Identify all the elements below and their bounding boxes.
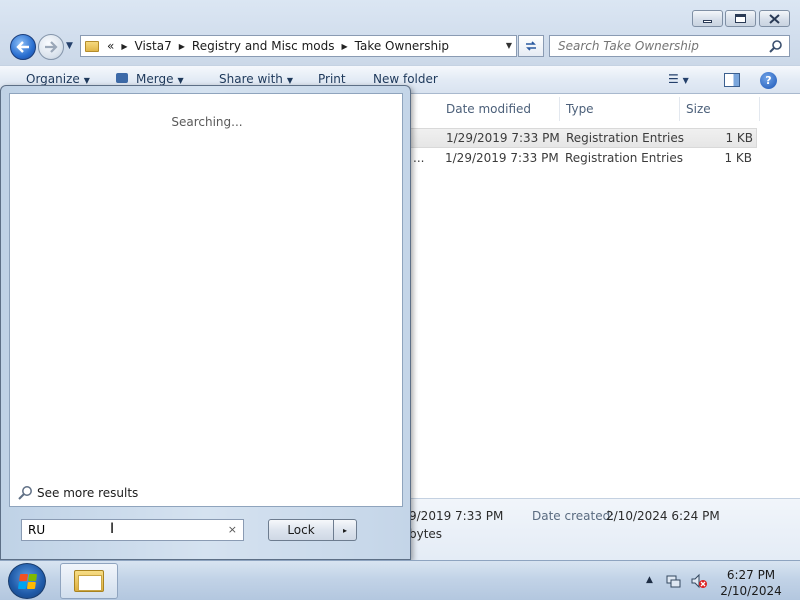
new-folder-button[interactable]: New folder (373, 72, 438, 86)
preview-pane-button[interactable] (724, 73, 740, 87)
clock-time: 6:27 PM (726, 568, 776, 582)
text-cursor-icon: I (110, 521, 115, 537)
forward-arrow-icon (45, 41, 58, 53)
chevron-down-icon: ▼ (682, 76, 689, 85)
searching-status: Searching... (171, 115, 243, 129)
help-button[interactable]: ? (760, 72, 777, 89)
search-icon[interactable] (769, 39, 783, 53)
merge-menu[interactable]: Merge ▼ (116, 72, 184, 86)
power-button-group: Lock ▸ (268, 519, 357, 541)
details-date-modified: 9/2019 7:33 PM (409, 509, 504, 523)
flag-yellow-pane (26, 581, 36, 589)
folder-icon (85, 40, 99, 52)
forward-button[interactable] (38, 34, 64, 60)
column-header-type[interactable]: Type (560, 97, 680, 121)
clock-date: 2/10/2024 (720, 584, 782, 598)
lock-button[interactable]: Lock (268, 519, 334, 541)
file-type: Registration Entries (565, 151, 683, 165)
file-date: 1/29/2019 7:33 PM (446, 131, 560, 145)
search-box[interactable] (549, 35, 790, 57)
print-button[interactable]: Print (318, 72, 346, 86)
organize-label: Organize (26, 72, 80, 86)
close-button[interactable] (759, 10, 790, 27)
breadcrumb-vista7[interactable]: Vista7 (135, 39, 172, 53)
share-with-label: Share with (219, 72, 283, 86)
file-size: 1 KB (724, 151, 752, 165)
clear-search-icon[interactable]: × (228, 523, 237, 536)
flag-green-pane (27, 573, 37, 581)
file-type: Registration Entries (566, 131, 684, 145)
table-row[interactable]: 1/29/2019 7:33 PM Registration Entries 1… (405, 128, 757, 148)
start-button[interactable] (8, 563, 46, 599)
file-name: ... (413, 151, 425, 165)
details-date-created: 2/10/2024 6:24 PM (606, 509, 720, 523)
chevron-right-icon[interactable]: ▶ (341, 42, 347, 51)
registry-icon (116, 73, 128, 83)
search-input[interactable] (556, 38, 766, 54)
address-dropdown-icon[interactable]: ▼ (506, 41, 512, 50)
chevron-down-icon: ▼ (177, 76, 184, 85)
taskbar-explorer-button[interactable] (60, 563, 118, 599)
chevron-down-icon: ▼ (83, 76, 90, 85)
title-bar: ▼ « ▶ Vista7 ▶ Registry and Misc mods ▶ … (0, 0, 800, 66)
minimize-icon (703, 20, 712, 23)
chevron-down-icon: ▼ (286, 76, 294, 85)
refresh-icon (526, 41, 536, 51)
details-date-created-label: Date created: (532, 509, 615, 523)
network-icon[interactable] (666, 573, 682, 589)
shutdown-options-arrow-icon[interactable]: ▸ (334, 519, 357, 541)
breadcrumb-registry[interactable]: Registry and Misc mods (192, 39, 335, 53)
folder-icon (74, 570, 104, 592)
close-icon (769, 13, 780, 24)
organize-menu[interactable]: Organize ▼ (26, 72, 90, 86)
windows-logo-icon (17, 573, 37, 589)
details-view-icon: ☰ (668, 72, 679, 86)
chevron-right-icon[interactable]: ▶ (179, 42, 185, 51)
change-view-button[interactable]: ☰ ▼ (668, 72, 689, 86)
start-search-input[interactable] (26, 522, 216, 538)
file-size: 1 KB (725, 131, 753, 145)
see-more-results-label: See more results (37, 486, 139, 500)
maximize-button[interactable] (725, 10, 756, 27)
refresh-button[interactable] (518, 35, 544, 57)
start-search-box[interactable]: I × (21, 519, 244, 541)
show-hidden-icons-icon[interactable]: ▲ (646, 575, 653, 585)
breadcrumb-take-ownership[interactable]: Take Ownership (355, 39, 449, 53)
start-menu: Searching... See more results I × Lock ▸ (0, 85, 411, 560)
file-date: 1/29/2019 7:33 PM (445, 151, 559, 165)
system-clock[interactable]: 6:27 PM 2/10/2024 (712, 567, 790, 599)
help-icon: ? (765, 74, 772, 87)
volume-muted-icon[interactable] (690, 573, 708, 589)
chevron-right-icon[interactable]: ▶ (121, 42, 127, 51)
maximize-icon (735, 14, 746, 23)
column-header-date-modified[interactable]: Date modified (440, 97, 560, 121)
column-header-size[interactable]: Size (680, 97, 760, 121)
share-with-menu[interactable]: Share with ▼ (219, 72, 293, 86)
recent-pages-dropdown-icon[interactable]: ▼ (66, 41, 73, 51)
address-bar[interactable]: « ▶ Vista7 ▶ Registry and Misc mods ▶ Ta… (80, 35, 517, 57)
minimize-button[interactable] (692, 10, 723, 27)
see-more-results-link[interactable]: See more results (17, 485, 138, 501)
details-size: bytes (409, 527, 443, 541)
back-button[interactable] (10, 34, 36, 60)
flag-blue-pane (17, 581, 27, 589)
table-row[interactable]: ... 1/29/2019 7:33 PM Registration Entri… (405, 149, 757, 169)
taskbar: ▲ 6:27 PM 2/10/2024 (0, 560, 800, 600)
back-arrow-icon (16, 41, 29, 53)
flag-red-pane (18, 573, 28, 581)
search-icon (18, 486, 32, 500)
search-results-pane: Searching... See more results (9, 93, 403, 507)
address-overflow[interactable]: « (107, 39, 114, 53)
merge-label: Merge (136, 72, 174, 86)
